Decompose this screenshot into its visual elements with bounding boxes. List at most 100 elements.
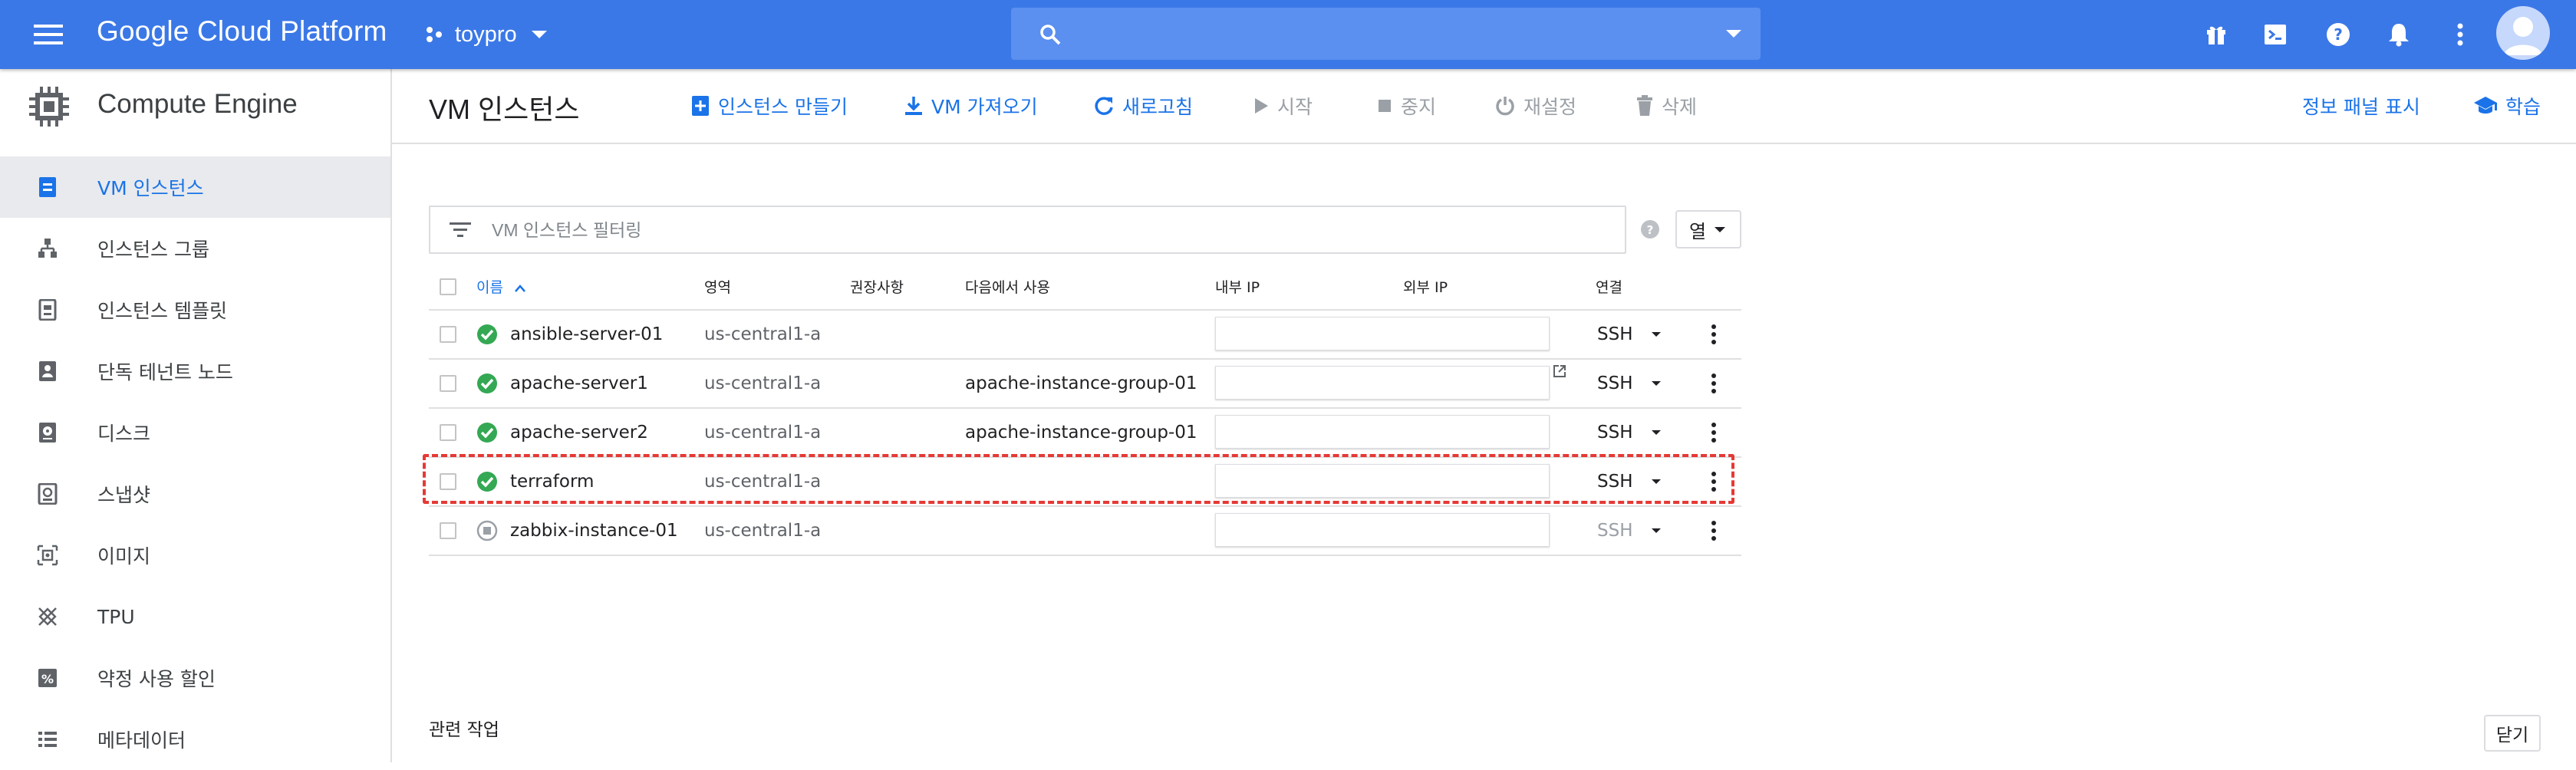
instance-in-use-by[interactable] — [965, 457, 1215, 507]
sidebar-item-vm-instances[interactable]: VM 인스턴스 — [0, 156, 390, 218]
table-row[interactable]: zabbix-instance-01 us-central1-a SSH — [429, 506, 1741, 556]
column-header-name-label: 이름 — [476, 279, 503, 296]
sidebar-item-metadata[interactable]: 메타데이터 — [0, 709, 390, 770]
row-more-vert-icon[interactable] — [1686, 373, 1741, 394]
instance-name[interactable]: apache-server2 — [510, 423, 648, 443]
columns-button[interactable]: 열 — [1675, 210, 1741, 248]
ssh-dropdown[interactable]: SSH — [1596, 324, 1686, 344]
column-header-connect[interactable]: 연결 — [1596, 264, 1686, 311]
sidebar-item-label: TPU — [97, 605, 135, 628]
instance-zone: us-central1-a — [704, 310, 850, 360]
row-checkbox[interactable] — [440, 326, 456, 343]
brand-title[interactable]: Google Cloud Platform — [97, 15, 387, 48]
svg-text:?: ? — [2334, 25, 2343, 44]
filter-bar[interactable] — [429, 206, 1626, 254]
sidebar-item-label: 메타데이터 — [97, 729, 186, 752]
column-header-external-ip[interactable]: 외부 IP — [1403, 264, 1596, 311]
status-stopped-icon — [476, 520, 498, 541]
row-more-vert-icon[interactable] — [1686, 471, 1741, 492]
column-header-recommendation[interactable]: 권장사항 — [850, 264, 965, 311]
top-bar: Google Cloud Platform toypro ? — [0, 0, 2576, 69]
columns-label: 열 — [1689, 220, 1707, 242]
table-row[interactable]: ansible-server-01 us-central1-a SSH — [429, 310, 1741, 360]
row-checkbox[interactable] — [440, 424, 456, 441]
create-instance-button[interactable]: 인스턴스 만들기 — [690, 90, 848, 121]
row-checkbox[interactable] — [440, 473, 456, 490]
row-checkbox[interactable] — [440, 522, 456, 539]
sidebar-item-committed-use-discounts[interactable]: % 약정 사용 할인 — [0, 647, 390, 709]
project-name: toypro — [455, 21, 517, 47]
sidebar-item-tpu[interactable]: TPU — [0, 586, 390, 647]
ssh-dropdown[interactable]: SSH — [1596, 373, 1686, 393]
open-in-new-icon[interactable] — [1553, 364, 1566, 378]
sidebar-item-label: 인스턴스 그룹 — [97, 239, 209, 261]
more-vert-icon[interactable] — [2443, 17, 2478, 52]
instance-in-use-by[interactable]: apache-instance-group-01 — [965, 359, 1215, 409]
refresh-button[interactable]: 새로고침 — [1093, 90, 1193, 121]
trash-icon — [1637, 95, 1652, 116]
row-more-vert-icon[interactable] — [1686, 520, 1741, 541]
sidebar-item-label: 약정 사용 할인 — [97, 668, 216, 690]
sidebar-item-images[interactable]: 이미지 — [0, 525, 390, 586]
select-all-checkbox[interactable] — [440, 278, 456, 295]
delete-button[interactable]: 삭제 — [1636, 90, 1697, 121]
import-vm-label: VM 가져오기 — [931, 96, 1038, 118]
search-icon — [1039, 23, 1062, 46]
search-input[interactable] — [1080, 15, 1678, 52]
sidebar-item-disks[interactable]: 디스크 — [0, 402, 390, 463]
delete-label: 삭제 — [1662, 96, 1698, 118]
row-more-vert-icon[interactable] — [1686, 422, 1741, 443]
start-button[interactable]: 시작 — [1253, 90, 1313, 121]
ssh-dropdown[interactable]: SSH — [1596, 423, 1686, 443]
instance-name[interactable]: ansible-server-01 — [510, 324, 663, 344]
instance-in-use-by[interactable]: apache-instance-group-01 — [965, 408, 1215, 458]
instance-in-use-by[interactable] — [965, 506, 1215, 556]
instance-template-icon — [37, 299, 58, 321]
ssh-dropdown[interactable]: SSH — [1596, 521, 1686, 541]
column-header-name[interactable]: 이름 — [476, 264, 704, 311]
help-icon[interactable]: ? — [1640, 219, 1660, 239]
instance-name[interactable]: apache-server1 — [510, 373, 648, 393]
table-row-highlighted[interactable]: terraform us-central1-a SSH — [429, 457, 1741, 507]
ssh-dropdown[interactable]: SSH — [1596, 472, 1686, 492]
table-row[interactable]: apache-server2 us-central1-a apache-inst… — [429, 408, 1741, 458]
image-icon — [37, 545, 58, 566]
help-icon[interactable]: ? — [2321, 17, 2356, 52]
show-info-panel-button[interactable]: 정보 패널 표시 — [2302, 90, 2420, 121]
import-vm-button[interactable]: VM 가져오기 — [904, 90, 1038, 121]
notifications-icon[interactable] — [2381, 17, 2416, 52]
gift-icon[interactable] — [2199, 17, 2234, 52]
sidebar-item-instance-groups[interactable]: 인스턴스 그룹 — [0, 218, 390, 279]
instance-name[interactable]: terraform — [510, 472, 594, 492]
sidebar-item-sole-tenant-nodes[interactable]: 단독 테넌트 노드 — [0, 341, 390, 402]
hamburger-menu-icon[interactable] — [29, 17, 68, 52]
learn-button[interactable]: 학습 — [2473, 90, 2541, 121]
column-header-internal-ip[interactable]: 내부 IP — [1215, 264, 1403, 311]
row-more-vert-icon[interactable] — [1686, 324, 1741, 345]
chevron-down-icon — [1652, 381, 1661, 386]
product-title: Compute Engine — [97, 89, 298, 119]
table-row[interactable]: apache-server1 us-central1-a apache-inst… — [429, 359, 1741, 409]
search-bar[interactable] — [1011, 8, 1761, 60]
project-selector[interactable]: toypro — [424, 17, 548, 52]
sidebar-item-instance-templates[interactable]: 인스턴스 템플릿 — [0, 279, 390, 341]
sidebar-item-label: VM 인스턴스 — [97, 177, 204, 199]
column-header-zone[interactable]: 영역 — [704, 264, 850, 311]
column-header-in-use-by[interactable]: 다음에서 사용 — [965, 264, 1215, 311]
stop-button[interactable]: 중지 — [1376, 90, 1436, 121]
instance-in-use-by[interactable] — [965, 310, 1215, 360]
sidebar-item-label: 디스크 — [97, 423, 151, 445]
avatar[interactable] — [2496, 6, 2550, 60]
instance-name[interactable]: zabbix-instance-01 — [510, 521, 678, 541]
sidebar-item-snapshots[interactable]: 스냅샷 — [0, 463, 390, 525]
cloud-shell-icon[interactable] — [2258, 17, 2293, 52]
ssh-label: SSH — [1597, 373, 1633, 393]
search-dropdown-icon[interactable] — [1725, 29, 1742, 38]
stop-label: 중지 — [1401, 96, 1437, 118]
ip-redaction-box — [1215, 317, 1550, 350]
reset-button[interactable]: 재설정 — [1494, 90, 1576, 121]
refresh-icon — [1095, 97, 1113, 115]
close-button[interactable]: 닫기 — [2484, 715, 2541, 752]
filter-input[interactable] — [492, 215, 1566, 245]
row-checkbox[interactable] — [440, 375, 456, 392]
